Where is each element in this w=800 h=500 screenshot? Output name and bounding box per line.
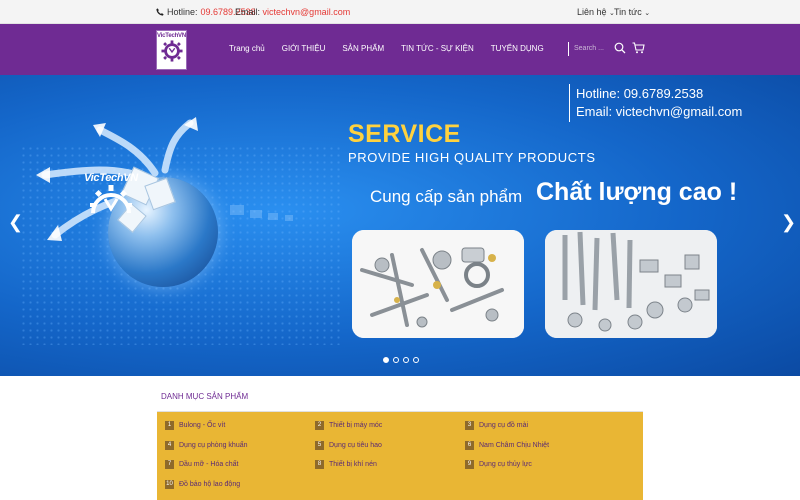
slider-dot-2[interactable] bbox=[393, 357, 399, 363]
top-bar: Hotline: 09.6789.2538 Email: victechvn@g… bbox=[0, 0, 800, 24]
category-item[interactable]: 2 Thiết bị máy móc bbox=[315, 421, 382, 430]
category-item[interactable]: 8 Thiết bị khí nén bbox=[315, 460, 377, 469]
category-number: 10 bbox=[165, 480, 174, 489]
category-number: 6 bbox=[465, 441, 474, 450]
news-menu[interactable]: Tin tức ⌄ bbox=[614, 7, 650, 17]
category-number: 1 bbox=[165, 421, 174, 430]
email-label: Email: bbox=[235, 7, 261, 17]
cart-icon[interactable] bbox=[632, 42, 645, 54]
site-logo[interactable]: VicTechVN bbox=[156, 30, 187, 70]
category-number: 9 bbox=[465, 460, 474, 469]
banner-logo-text: VicTechVN bbox=[84, 172, 138, 184]
chat-luong-text: Chất lượng cao ! bbox=[536, 178, 738, 206]
news-menu-label: Tin tức bbox=[614, 7, 642, 17]
category-label: Bulong - Ốc vít bbox=[179, 422, 226, 429]
category-item[interactable]: 1 Bulong - Ốc vít bbox=[165, 421, 225, 430]
contact-menu[interactable]: Liên hệ ⌄ bbox=[577, 7, 615, 17]
search-icon[interactable] bbox=[614, 42, 626, 54]
gear-icon bbox=[160, 40, 183, 62]
category-label: Thiết bị máy móc bbox=[329, 422, 383, 429]
service-heading: SERVICE bbox=[348, 120, 461, 148]
nav-menu: Trang chủ GIỚI THIỆU SẢN PHẨM TIN TỨC - … bbox=[229, 44, 561, 53]
category-label: Dụng cụ phòng khuẩn bbox=[179, 442, 248, 449]
slider-dot-3[interactable] bbox=[403, 357, 409, 363]
email-address[interactable]: victechvn@gmail.com bbox=[263, 7, 351, 17]
contact-divider bbox=[569, 84, 570, 122]
nav-item-news[interactable]: TIN TỨC - SỰ KIỆN bbox=[401, 44, 474, 53]
banner-hotline: Hotline: 09.6789.2538 bbox=[576, 86, 704, 101]
category-label: Dụng cụ tiêu hao bbox=[329, 442, 382, 449]
category-item[interactable]: 5 Dụng cụ tiêu hao bbox=[315, 441, 382, 450]
category-number: 3 bbox=[465, 421, 474, 430]
hotline-label: Hotline: bbox=[167, 7, 198, 17]
product-image-bolts bbox=[545, 230, 717, 338]
category-item[interactable]: 10 Đồ bảo hộ lao động bbox=[165, 480, 240, 489]
prev-slide-button[interactable]: ❮ bbox=[8, 212, 23, 233]
category-number: 4 bbox=[165, 441, 174, 450]
category-label: Thiết bị khí nén bbox=[329, 461, 377, 468]
category-item[interactable]: 9 Dụng cụ thủy lực bbox=[465, 460, 532, 469]
category-label: Dụng cụ thủy lực bbox=[479, 461, 532, 468]
phone-icon bbox=[156, 8, 164, 16]
main-nav: VicTechVN Trang chủ GIỚI THIỆU SẢN PHẨM … bbox=[0, 24, 800, 75]
category-panel: 1 Bulong - Ốc vít 2 Thiết bị máy móc 3 D… bbox=[157, 412, 643, 500]
category-label: Nam Châm Chịu Nhiệt bbox=[479, 442, 550, 449]
category-number: 5 bbox=[315, 441, 324, 450]
nav-item-products[interactable]: SẢN PHẨM bbox=[342, 44, 384, 53]
category-label: Đồ bảo hộ lao động bbox=[179, 481, 241, 488]
slider-dots bbox=[383, 357, 419, 363]
contact-menu-label: Liên hệ bbox=[577, 7, 607, 17]
nav-item-about[interactable]: GIỚI THIỆU bbox=[282, 44, 326, 53]
category-number: 2 bbox=[315, 421, 324, 430]
banner-email: Email: victechvn@gmail.com bbox=[576, 104, 743, 119]
category-item[interactable]: 6 Nam Châm Chịu Nhiệt bbox=[465, 441, 549, 450]
slider-dot-1[interactable] bbox=[383, 357, 389, 363]
product-image-fasteners bbox=[352, 230, 524, 338]
category-heading: DANH MỤC SẢN PHẨM bbox=[157, 388, 643, 412]
next-slide-button[interactable]: ❯ bbox=[781, 212, 796, 233]
category-number: 8 bbox=[315, 460, 324, 469]
category-label: Dầu mỡ - Hóa chất bbox=[179, 461, 239, 468]
slider-dot-4[interactable] bbox=[413, 357, 419, 363]
category-item[interactable]: 7 Dầu mỡ - Hóa chất bbox=[165, 460, 238, 469]
category-item[interactable]: 3 Dụng cụ đồ mài bbox=[465, 421, 528, 430]
provide-tagline: PROVIDE HIGH QUALITY PRODUCTS bbox=[348, 150, 596, 165]
hero-slider: VicTechVN Hotline: 09.6789.2538 Email: v… bbox=[0, 75, 800, 376]
logo-text: VicTechVN bbox=[157, 33, 186, 39]
cung-cap-text: Cung cấp sản phẩm bbox=[370, 187, 523, 206]
gear-icon bbox=[90, 185, 132, 214]
category-item[interactable]: 4 Dụng cụ phòng khuẩn bbox=[165, 441, 248, 450]
category-number: 7 bbox=[165, 460, 174, 469]
category-label: Dụng cụ đồ mài bbox=[479, 422, 529, 429]
chevron-down-icon: ⌄ bbox=[644, 10, 651, 17]
nav-item-home[interactable]: Trang chủ bbox=[229, 44, 265, 53]
email-info: Email: victechvn@gmail.com bbox=[235, 7, 350, 17]
nav-item-careers[interactable]: TUYỂN DỤNG bbox=[491, 44, 544, 53]
